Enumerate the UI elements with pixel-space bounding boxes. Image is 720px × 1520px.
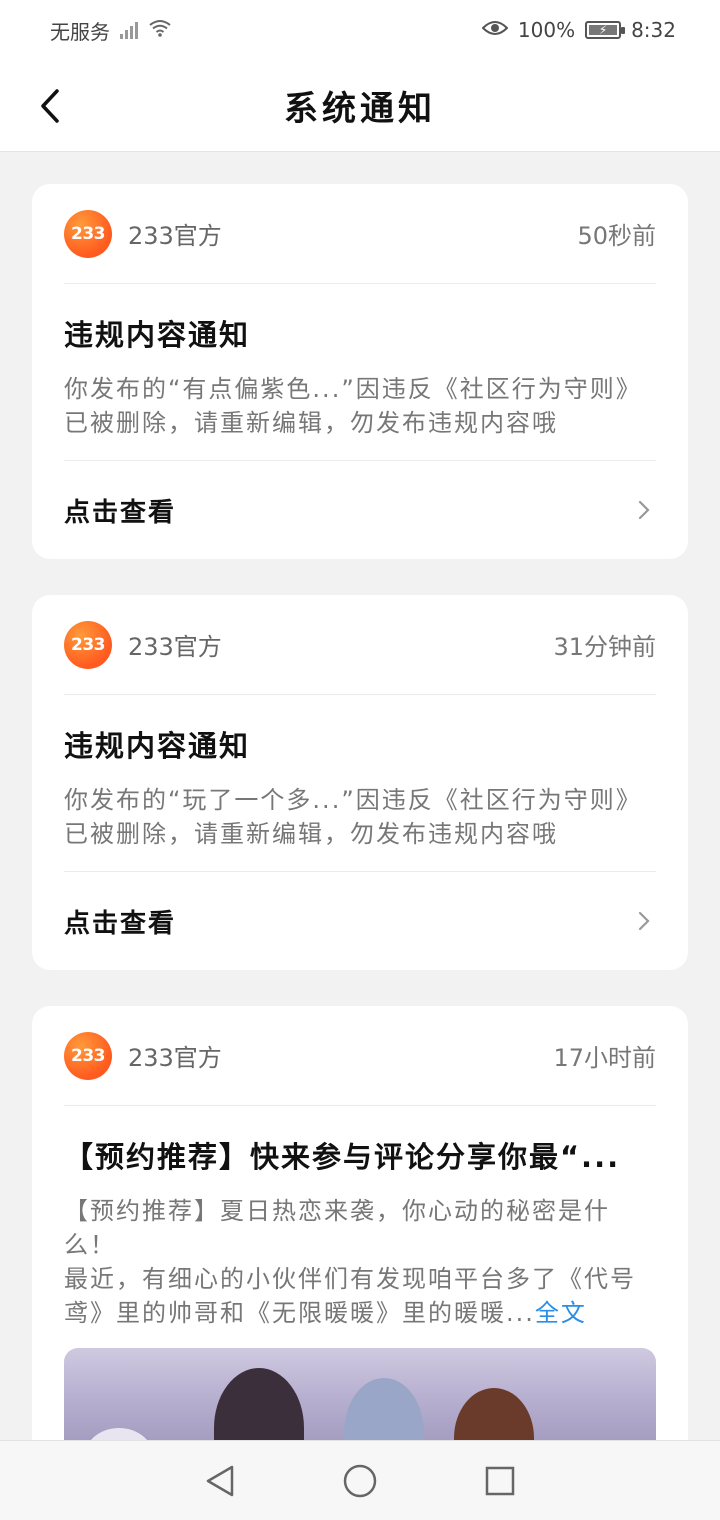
timestamp: 31分钟前	[553, 633, 656, 661]
view-details-row[interactable]: 点击查看	[64, 461, 656, 559]
sender-name: 233官方	[128, 1044, 222, 1072]
signal-icon	[120, 21, 138, 39]
back-button[interactable]	[26, 82, 74, 130]
sender: 233 233官方	[64, 620, 222, 669]
notification-card[interactable]: 233 233官方 50秒前 违规内容通知 你发布的“有点偏紫色...”因违反《…	[32, 184, 688, 559]
sender: 233 233官方	[64, 1031, 222, 1080]
card-header: 233 233官方 31分钟前	[64, 595, 656, 695]
timestamp: 50秒前	[577, 222, 656, 250]
status-bar: 无服务 100% ⚡ 8:32	[0, 0, 720, 60]
sender-logo: 233	[64, 1031, 112, 1080]
notification-card[interactable]: 233 233官方 17小时前 【预约推荐】快来参与评论分享你最“... 【预约…	[32, 1006, 688, 1440]
sender-name: 233官方	[128, 633, 222, 661]
system-navigation-bar	[0, 1440, 720, 1520]
body-line: 【预约推荐】夏日热恋来袭，你心动的秘密是什么！	[64, 1197, 610, 1259]
nav-home-button[interactable]	[335, 1456, 385, 1506]
view-details-row[interactable]: 点击查看	[64, 872, 656, 970]
notification-title: 违规内容通知	[64, 729, 251, 763]
eye-icon	[481, 18, 509, 42]
page-title: 系统通知	[284, 89, 436, 129]
notification-title: 违规内容通知	[64, 318, 251, 352]
notification-card[interactable]: 233 233官方 31分钟前 违规内容通知 你发布的“玩了一个多...”因违反…	[32, 595, 688, 970]
chevron-right-icon	[632, 909, 656, 933]
sender-name: 233官方	[128, 222, 222, 250]
notification-body: 你发布的“玩了一个多...”因违反《社区行为守则》已被删除，请重新编辑，勿发布违…	[64, 786, 642, 848]
triangle-back-icon	[206, 1465, 234, 1496]
notification-body: 【预约推荐】夏日热恋来袭，你心动的秘密是什么！ 最近，有细心的小伙伴们有发现咱平…	[64, 1194, 656, 1330]
carrier-text: 无服务	[50, 19, 110, 44]
card-body: 【预约推荐】快来参与评论分享你最“... 【预约推荐】夏日热恋来袭，你心动的秘密…	[64, 1134, 656, 1440]
card-header: 233 233官方 50秒前	[64, 184, 656, 284]
view-details-label: 点击查看	[64, 497, 177, 528]
sender-logo: 233	[64, 620, 112, 669]
timestamp: 17小时前	[553, 1044, 656, 1072]
card-body: 违规内容通知 你发布的“玩了一个多...”因违反《社区行为守则》已被删除，请重新…	[64, 723, 656, 872]
circle-home-icon	[343, 1464, 377, 1497]
clock: 8:32	[631, 18, 676, 42]
full-text-link[interactable]: 全文	[535, 1299, 587, 1327]
body-line-with-more: 最近，有细心的小伙伴们有发现咱平台多了《代号鸢》里的帅哥和《无限暖暖》里的暖暖.…	[64, 1262, 656, 1330]
status-left: 无服务	[50, 16, 172, 45]
sender-logo: 233	[64, 209, 112, 258]
notification-body: 你发布的“有点偏紫色...”因违反《社区行为守则》已被删除，请重新编辑，勿发布违…	[64, 375, 642, 437]
square-recents-icon	[485, 1466, 515, 1495]
chevron-right-icon	[632, 498, 656, 522]
view-details-label: 点击查看	[64, 908, 177, 939]
chevron-left-icon	[41, 89, 59, 123]
nav-back-button[interactable]	[195, 1456, 245, 1506]
card-body: 违规内容通知 你发布的“有点偏紫色...”因违反《社区行为守则》已被删除，请重新…	[64, 312, 656, 461]
battery-percent: 100%	[517, 18, 576, 42]
wifi-icon	[148, 18, 172, 42]
banner-image[interactable]	[64, 1348, 656, 1440]
top-app-bar: 系统通知	[0, 60, 720, 152]
card-header: 233 233官方 17小时前	[64, 1006, 656, 1106]
status-right: 100% ⚡ 8:32	[481, 18, 676, 42]
notification-title: 【预约推荐】快来参与评论分享你最“...	[64, 1140, 621, 1174]
nav-recents-button[interactable]	[475, 1456, 525, 1506]
battery-icon: ⚡	[585, 21, 626, 39]
sender: 233 233官方	[64, 209, 222, 258]
